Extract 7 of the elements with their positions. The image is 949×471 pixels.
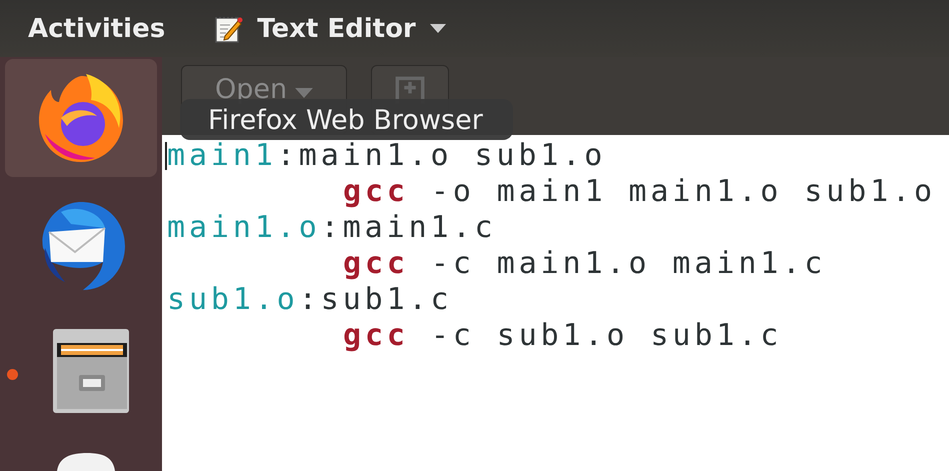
code-line: gcc -c main1.o main1.c — [342, 246, 828, 282]
code-line: main1.o:main1.c — [167, 210, 498, 246]
code-line: sub1.o:sub1.c — [167, 282, 454, 318]
code-line: gcc -c sub1.o sub1.c — [342, 318, 784, 354]
code-line: main1:main1.o sub1.o — [167, 138, 608, 174]
tooltip: Firefox Web Browser — [180, 99, 513, 140]
code-line: gcc -o main1 main1.o sub1.o — [342, 174, 937, 210]
